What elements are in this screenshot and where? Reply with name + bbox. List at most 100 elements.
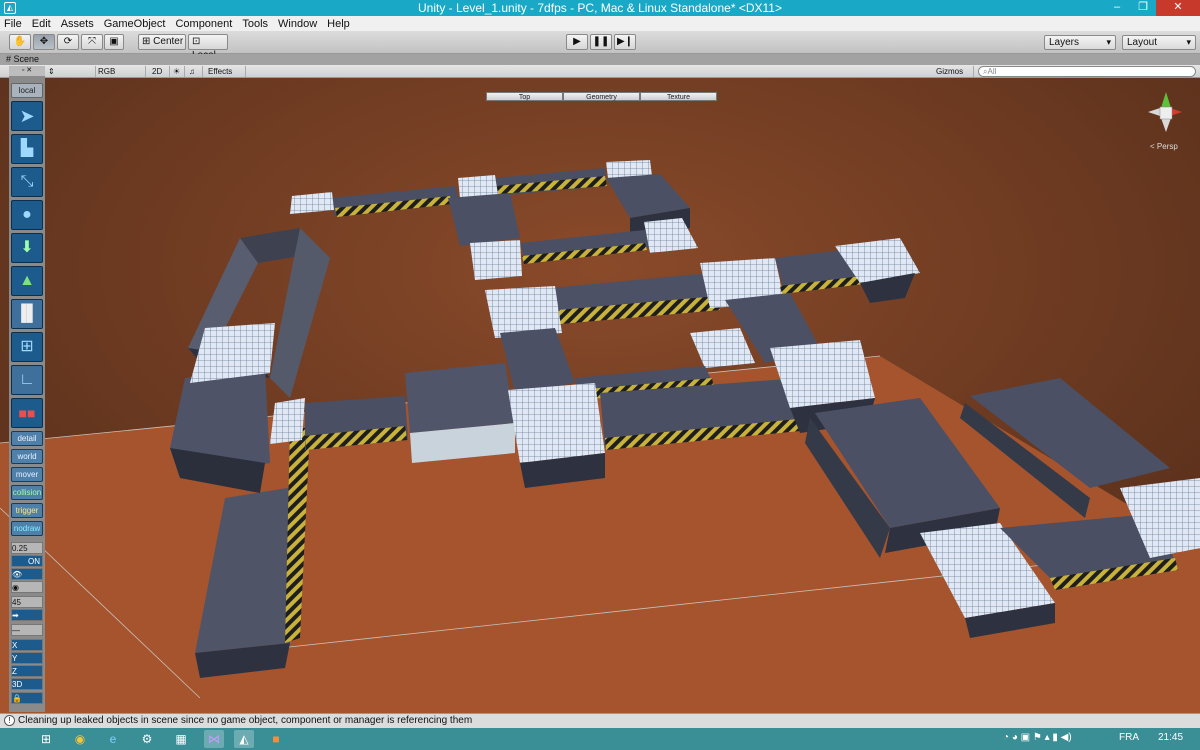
menu-gameobject[interactable]: GameObject xyxy=(104,18,166,30)
grid-visibility-toggle[interactable]: 👁 xyxy=(11,568,43,580)
tab-scene[interactable]: # Scene xyxy=(6,54,39,65)
scale-tool-button[interactable]: ⤧ xyxy=(81,34,103,50)
grid-icon: ⊞ xyxy=(20,338,34,355)
axis-z-toggle[interactable]: Z xyxy=(11,665,43,677)
gizmo-y-axis[interactable] xyxy=(1161,92,1171,108)
search-placeholder: All xyxy=(987,67,997,76)
pivot-center-button[interactable]: ⊞ Center xyxy=(138,34,186,50)
gizmo-neg-y-axis[interactable] xyxy=(1161,118,1171,132)
palette-grid-button[interactable]: ⊞ xyxy=(11,332,43,362)
tab-top[interactable]: Top xyxy=(486,92,563,101)
language-indicator[interactable]: FRA xyxy=(1119,732,1139,743)
close-button[interactable]: ✕ xyxy=(1156,0,1200,16)
palette-world-toggle[interactable]: world xyxy=(11,449,43,464)
tab-texture[interactable]: Texture xyxy=(640,92,717,101)
taskbar-unity[interactable]: ◭ xyxy=(234,730,254,748)
angle-snap-toggle[interactable]: ➡ xyxy=(11,609,43,621)
angle-snap-value[interactable]: 45 xyxy=(11,596,43,608)
menu-window[interactable]: Window xyxy=(278,18,317,30)
taskbar-app-8[interactable]: ■ xyxy=(266,730,286,748)
space-local-button[interactable]: ⊡ Local xyxy=(188,34,228,61)
grid-snap-toggle[interactable]: ON xyxy=(11,555,43,567)
palette-nodraw-toggle[interactable]: nodraw xyxy=(11,521,43,536)
layout-dropdown[interactable]: Layout xyxy=(1122,35,1196,50)
axis-3d-toggle[interactable]: 3D xyxy=(11,678,43,690)
palette-drop-button[interactable]: ⬇ xyxy=(11,233,43,263)
pivot-icon: ⊞ xyxy=(142,36,151,47)
move-tool-button[interactable]: ✥ xyxy=(33,34,55,50)
tab-geometry[interactable]: Geometry xyxy=(563,92,640,101)
lock-toggle[interactable]: 🔒 xyxy=(11,692,43,704)
grid-size-value[interactable]: 0.25 xyxy=(11,542,43,554)
restore-button[interactable]: ❐ xyxy=(1130,0,1156,16)
step-button[interactable]: ▶❙ xyxy=(614,34,636,50)
menu-tools[interactable]: Tools xyxy=(242,18,268,30)
palette-axis-button[interactable]: ∟ xyxy=(11,365,43,395)
palette-collision-toggle[interactable]: collision xyxy=(11,485,43,500)
gizmo-center-cube[interactable] xyxy=(1159,106,1173,120)
scene-orientation-gizmo[interactable] xyxy=(1138,84,1194,144)
render-mode-dropdown[interactable]: RGB xyxy=(96,66,146,77)
color-palette-icon: ■■ xyxy=(18,405,36,421)
menu-assets[interactable]: Assets xyxy=(61,18,94,30)
palette-mover-toggle[interactable]: mover xyxy=(11,467,43,482)
palette-palette-button[interactable]: ■■ xyxy=(11,398,43,428)
scene-search-input[interactable]: ⌕All xyxy=(978,66,1196,77)
palette-brush-button[interactable]: ▙ xyxy=(11,134,43,164)
axis-x-toggle[interactable]: X xyxy=(11,639,43,651)
clock[interactable]: 21:45 xyxy=(1158,732,1183,743)
scene-render[interactable] xyxy=(0,78,1200,713)
rect-tool-button[interactable]: ▣ xyxy=(104,34,124,50)
scene-tab-icon: # xyxy=(6,54,12,64)
collapse-arrows-icon: ⤡ xyxy=(20,173,34,190)
layers-dropdown[interactable]: Layers xyxy=(1044,35,1116,50)
hand-tool-button[interactable]: ✋ xyxy=(9,34,31,50)
palette-split-button[interactable]: ▐▌ xyxy=(11,299,43,329)
grid-app-icon: ▦ xyxy=(175,732,187,746)
effects-dropdown[interactable]: Effects xyxy=(206,66,246,77)
menu-help[interactable]: Help xyxy=(327,18,350,30)
mode-2d-toggle[interactable]: 2D xyxy=(150,66,170,77)
status-bar[interactable]: ! Cleaning up leaked objects in scene si… xyxy=(0,713,1200,728)
palette-local-toggle[interactable]: local xyxy=(11,83,43,98)
play-button[interactable]: ▶ xyxy=(566,34,588,50)
menu-component[interactable]: Component xyxy=(175,18,232,30)
level-block-left-mid[interactable] xyxy=(170,368,270,493)
visual-studio-icon: ⋈ xyxy=(208,732,220,746)
tray-icons[interactable]: ◔ ◕ ▣ ⚑ ▴ ▮ ◀) xyxy=(1003,732,1072,743)
taskbar-visual-studio[interactable]: ⋈ xyxy=(204,730,224,748)
rotate-tool-button[interactable]: ⟳ xyxy=(57,34,79,50)
taskbar-chrome[interactable]: ◉ xyxy=(70,730,90,748)
gizmos-dropdown[interactable]: Gizmos xyxy=(934,66,974,77)
tile-block-left-2[interactable] xyxy=(270,398,305,444)
persp-label-text: Persp xyxy=(1156,142,1178,151)
taskbar-ie[interactable]: e xyxy=(103,730,123,748)
mirror-icon: ▲ xyxy=(19,272,35,289)
menu-file[interactable]: File xyxy=(4,18,22,30)
audio-toggle[interactable]: ♫ xyxy=(187,66,203,77)
persp-label[interactable]: < Persp xyxy=(1150,142,1178,151)
scene-viewport[interactable]: Top Geometry Texture < Persp xyxy=(0,78,1200,713)
start-button[interactable]: ⊞ xyxy=(36,730,56,748)
gizmo-neg-x-axis[interactable] xyxy=(1148,108,1160,116)
orange-app-icon: ■ xyxy=(272,732,280,746)
shading-mode-dropdown[interactable]: ⇕ xyxy=(46,66,96,77)
minimize-button[interactable]: – xyxy=(1104,0,1130,16)
status-message: Cleaning up leaked objects in scene sinc… xyxy=(18,715,473,726)
taskbar-app-4[interactable]: ▦ xyxy=(171,730,191,748)
shapes-icon: ▙ xyxy=(20,140,34,157)
palette-trigger-toggle[interactable]: trigger xyxy=(11,503,43,518)
angle-hide-toggle[interactable]: — xyxy=(11,624,43,636)
level-block-top-center-box[interactable] xyxy=(448,193,520,246)
pause-button[interactable]: ❚❚ xyxy=(590,34,612,50)
menu-edit[interactable]: Edit xyxy=(32,18,51,30)
taskbar-steam[interactable]: ⚙ xyxy=(137,730,157,748)
palette-detail-toggle[interactable]: detail xyxy=(11,431,43,446)
palette-mirror-button[interactable]: ▲ xyxy=(11,266,43,296)
lighting-toggle[interactable]: ☀ xyxy=(171,66,185,77)
palette-select-button[interactable]: ➤ xyxy=(11,101,43,131)
palette-collapse-button[interactable]: ⤡ xyxy=(11,167,43,197)
palette-light-button[interactable]: ● xyxy=(11,200,43,230)
axis-y-toggle[interactable]: Y xyxy=(11,652,43,664)
grid-hide-toggle[interactable]: ◉ xyxy=(11,581,43,593)
